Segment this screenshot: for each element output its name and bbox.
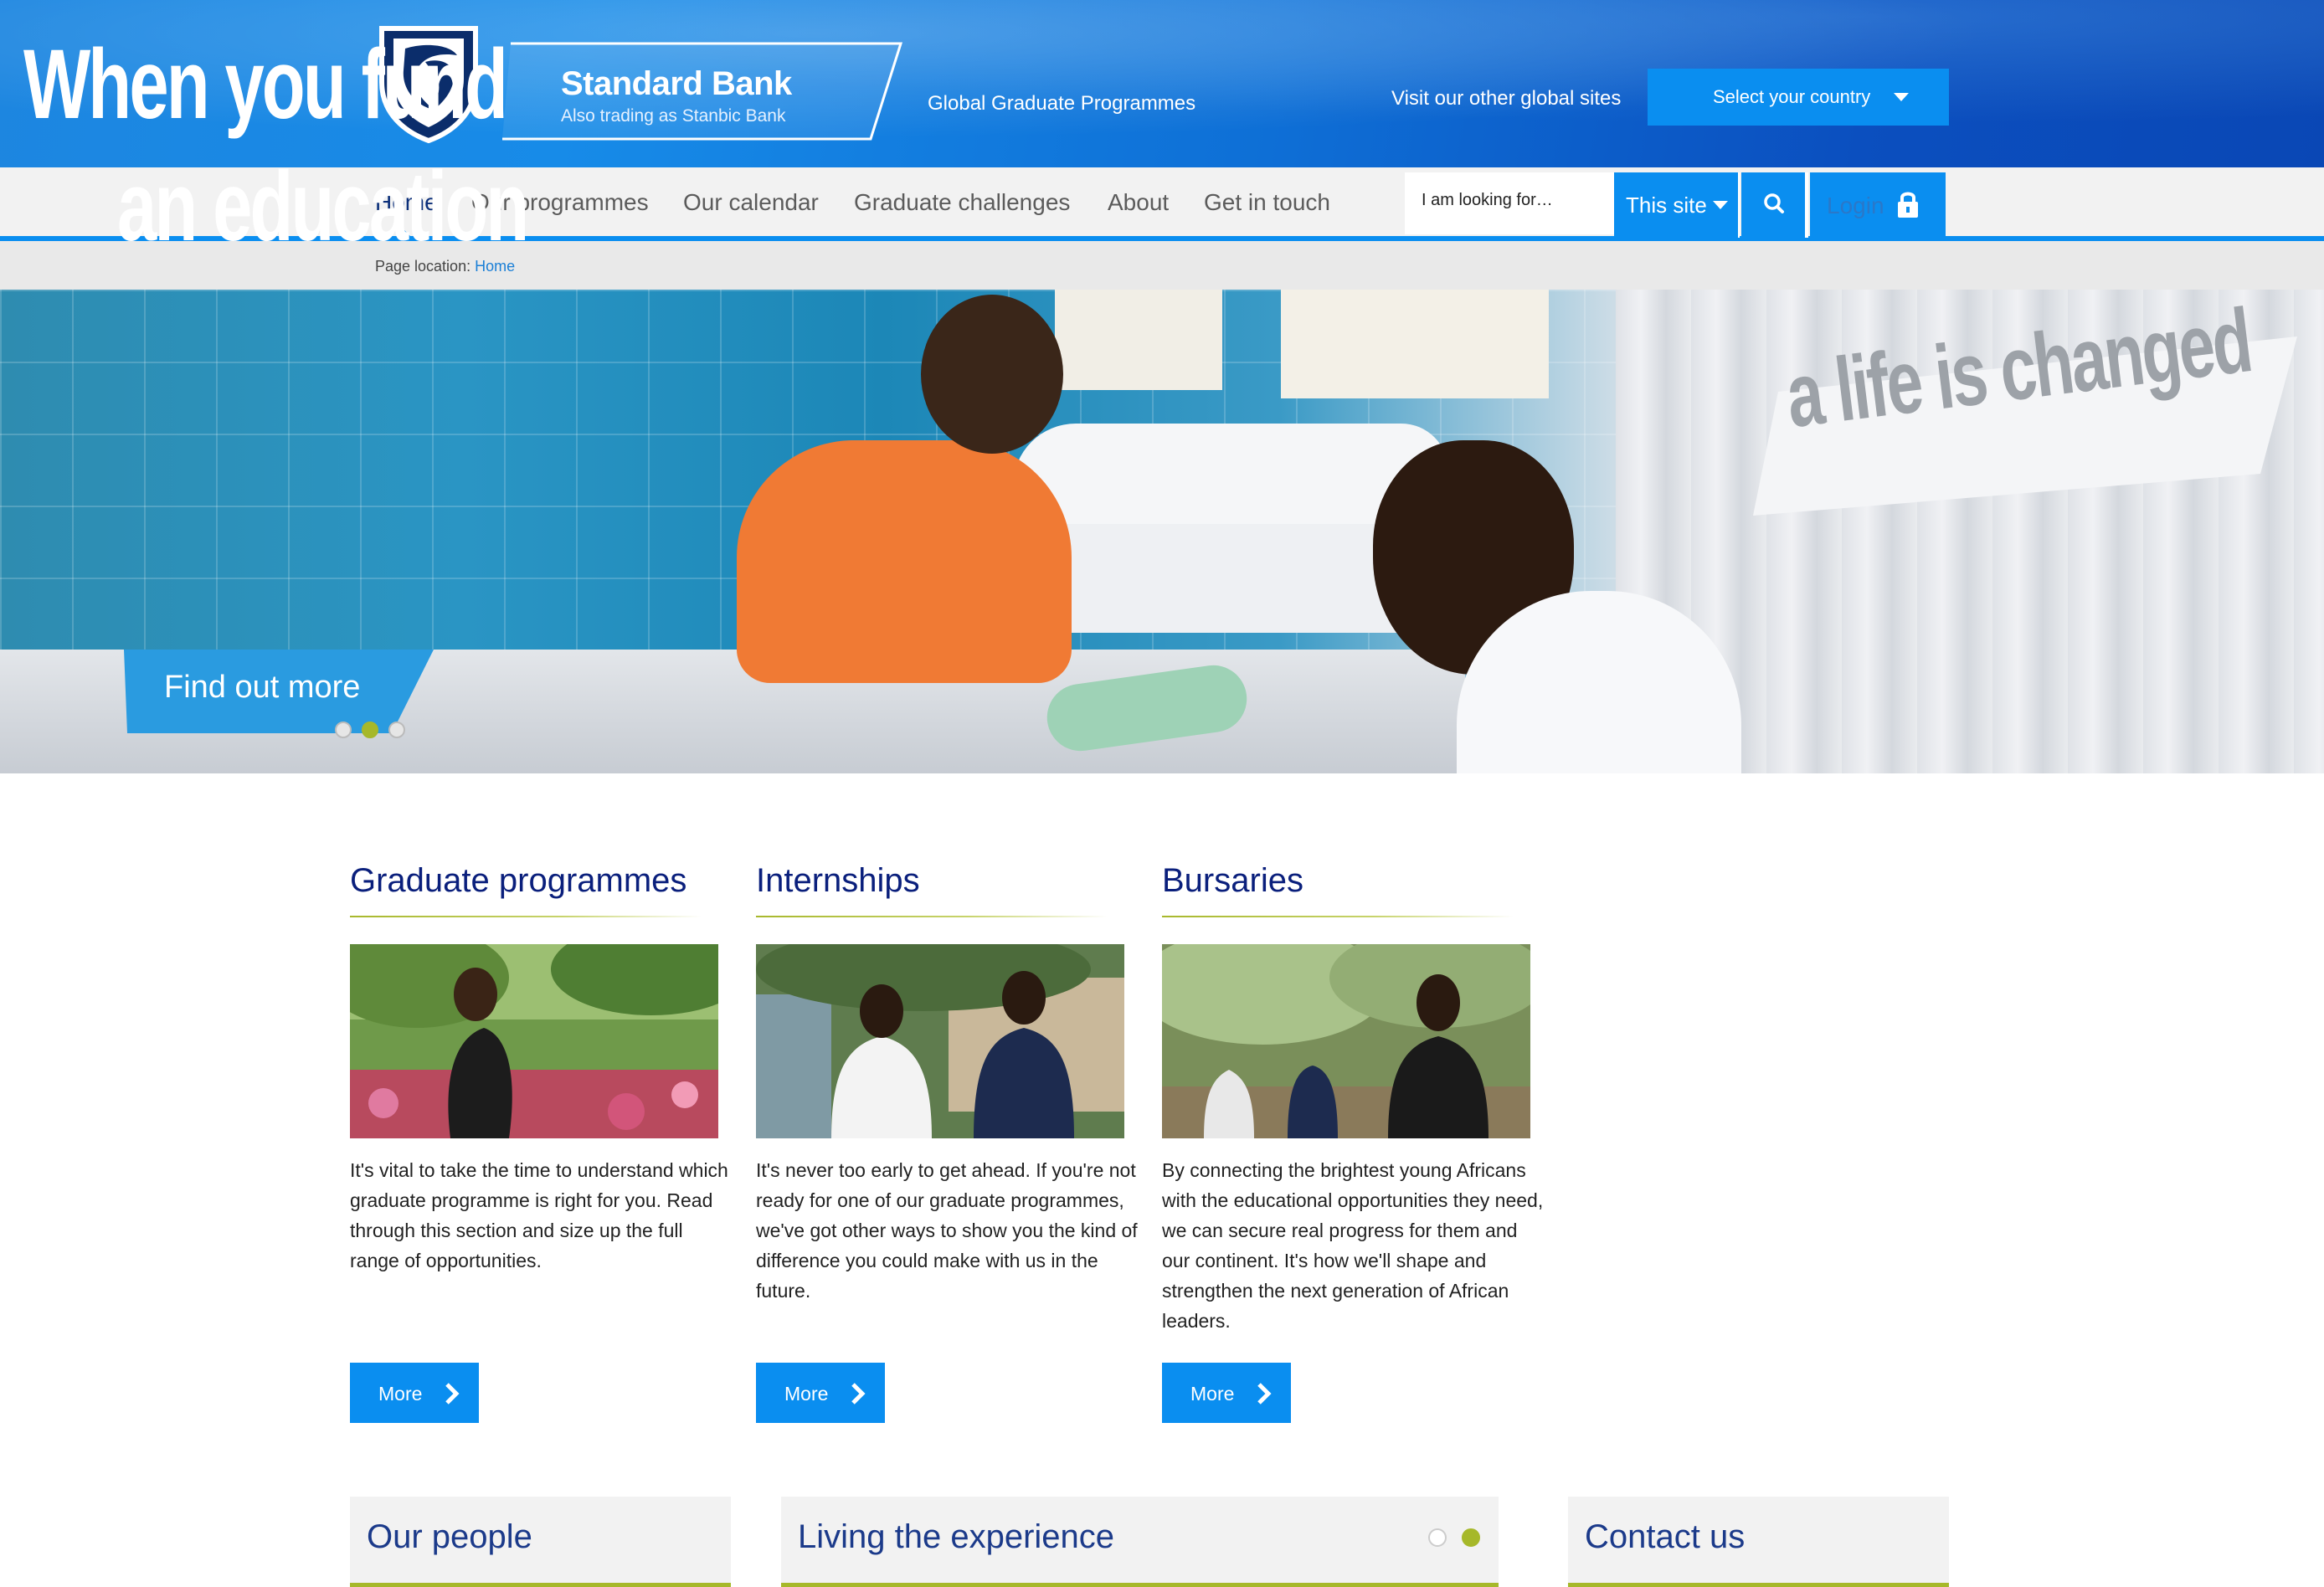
internships-more-button[interactable]: More xyxy=(756,1363,885,1423)
brand-name: Standard Bank xyxy=(561,65,792,102)
hero-patient-head xyxy=(921,295,1063,454)
internships-photo xyxy=(756,944,1124,1138)
chevron-right-icon xyxy=(851,1383,866,1405)
card-title-internships[interactable]: Internships xyxy=(756,862,920,900)
carousel-dot-2[interactable] xyxy=(362,722,378,738)
living-the-experience-title[interactable]: Living the experience xyxy=(798,1518,1114,1556)
hero-patient-figure xyxy=(737,440,1072,683)
card-text-internships: It's never too early to get ahead. If yo… xyxy=(756,1159,1138,1302)
country-select-button[interactable]: Select your country xyxy=(1648,69,1949,126)
card-divider xyxy=(350,916,702,917)
hero-anatomy-poster xyxy=(1055,290,1222,390)
panel-divider xyxy=(350,1583,731,1587)
more-label: More xyxy=(378,1383,423,1405)
login-label: Login xyxy=(1827,193,1884,218)
card-title-graduate-programmes[interactable]: Graduate programmes xyxy=(350,862,686,900)
chevron-right-icon xyxy=(1257,1383,1272,1405)
hero-headline-line1: When you fund xyxy=(23,29,508,140)
experience-carousel-dot-1[interactable] xyxy=(1428,1528,1447,1547)
card-divider xyxy=(756,916,1108,917)
more-label: More xyxy=(784,1383,829,1405)
hero-headline-line2: an education xyxy=(117,152,529,262)
more-label: More xyxy=(1190,1383,1235,1405)
graduate-programmes-photo xyxy=(350,944,718,1138)
brand-tagline: Also trading as Stanbic Bank xyxy=(561,106,786,126)
search-icon xyxy=(1764,193,1784,213)
carousel-dot-1[interactable] xyxy=(335,722,352,738)
search-scope-label: This site xyxy=(1626,193,1707,218)
search-button[interactable] xyxy=(1741,172,1808,238)
living-the-experience-panel: Living the experience xyxy=(781,1497,1499,1587)
card-divider xyxy=(1162,916,1514,917)
our-people-title[interactable]: Our people xyxy=(367,1518,532,1556)
global-sites-label: Visit our other global sites xyxy=(1391,87,1622,110)
panel-divider xyxy=(781,1583,1499,1587)
nav-item-graduate-challenges[interactable]: Graduate challenges xyxy=(854,189,1070,216)
country-select-label: Select your country xyxy=(1713,86,1871,107)
panel-divider xyxy=(1568,1583,1949,1587)
chevron-down-icon xyxy=(1894,93,1909,101)
lock-icon xyxy=(1898,192,1918,218)
card-text-graduate-programmes: It's vital to take the time to understan… xyxy=(350,1159,728,1271)
nav-item-our-calendar[interactable]: Our calendar xyxy=(683,189,819,216)
nav-item-get-in-touch[interactable]: Get in touch xyxy=(1204,189,1330,216)
search-input[interactable]: I am looking for… xyxy=(1405,172,1614,234)
card-text-bursaries: By connecting the brightest young Africa… xyxy=(1162,1159,1544,1332)
search-scope-dropdown[interactable]: This site xyxy=(1614,172,1740,238)
our-people-panel: Our people xyxy=(350,1497,731,1587)
login-button[interactable]: Login xyxy=(1810,172,1946,238)
graduate-programmes-more-button[interactable]: More xyxy=(350,1363,479,1423)
find-out-more-label[interactable]: Find out more xyxy=(164,670,360,706)
carousel-dot-3[interactable] xyxy=(388,722,405,738)
contact-us-panel: Contact us xyxy=(1568,1497,1949,1587)
bursaries-photo xyxy=(1162,944,1530,1138)
site-name: Global Graduate Programmes xyxy=(928,92,1196,115)
nav-item-about[interactable]: About xyxy=(1108,189,1169,216)
experience-carousel-dot-2[interactable] xyxy=(1462,1528,1480,1547)
card-title-bursaries[interactable]: Bursaries xyxy=(1162,862,1303,900)
chevron-down-icon xyxy=(1713,201,1728,209)
contact-us-title[interactable]: Contact us xyxy=(1585,1518,1745,1556)
hero-anatomy-poster xyxy=(1281,290,1549,398)
bursaries-more-button[interactable]: More xyxy=(1162,1363,1291,1423)
chevron-right-icon xyxy=(445,1383,460,1405)
